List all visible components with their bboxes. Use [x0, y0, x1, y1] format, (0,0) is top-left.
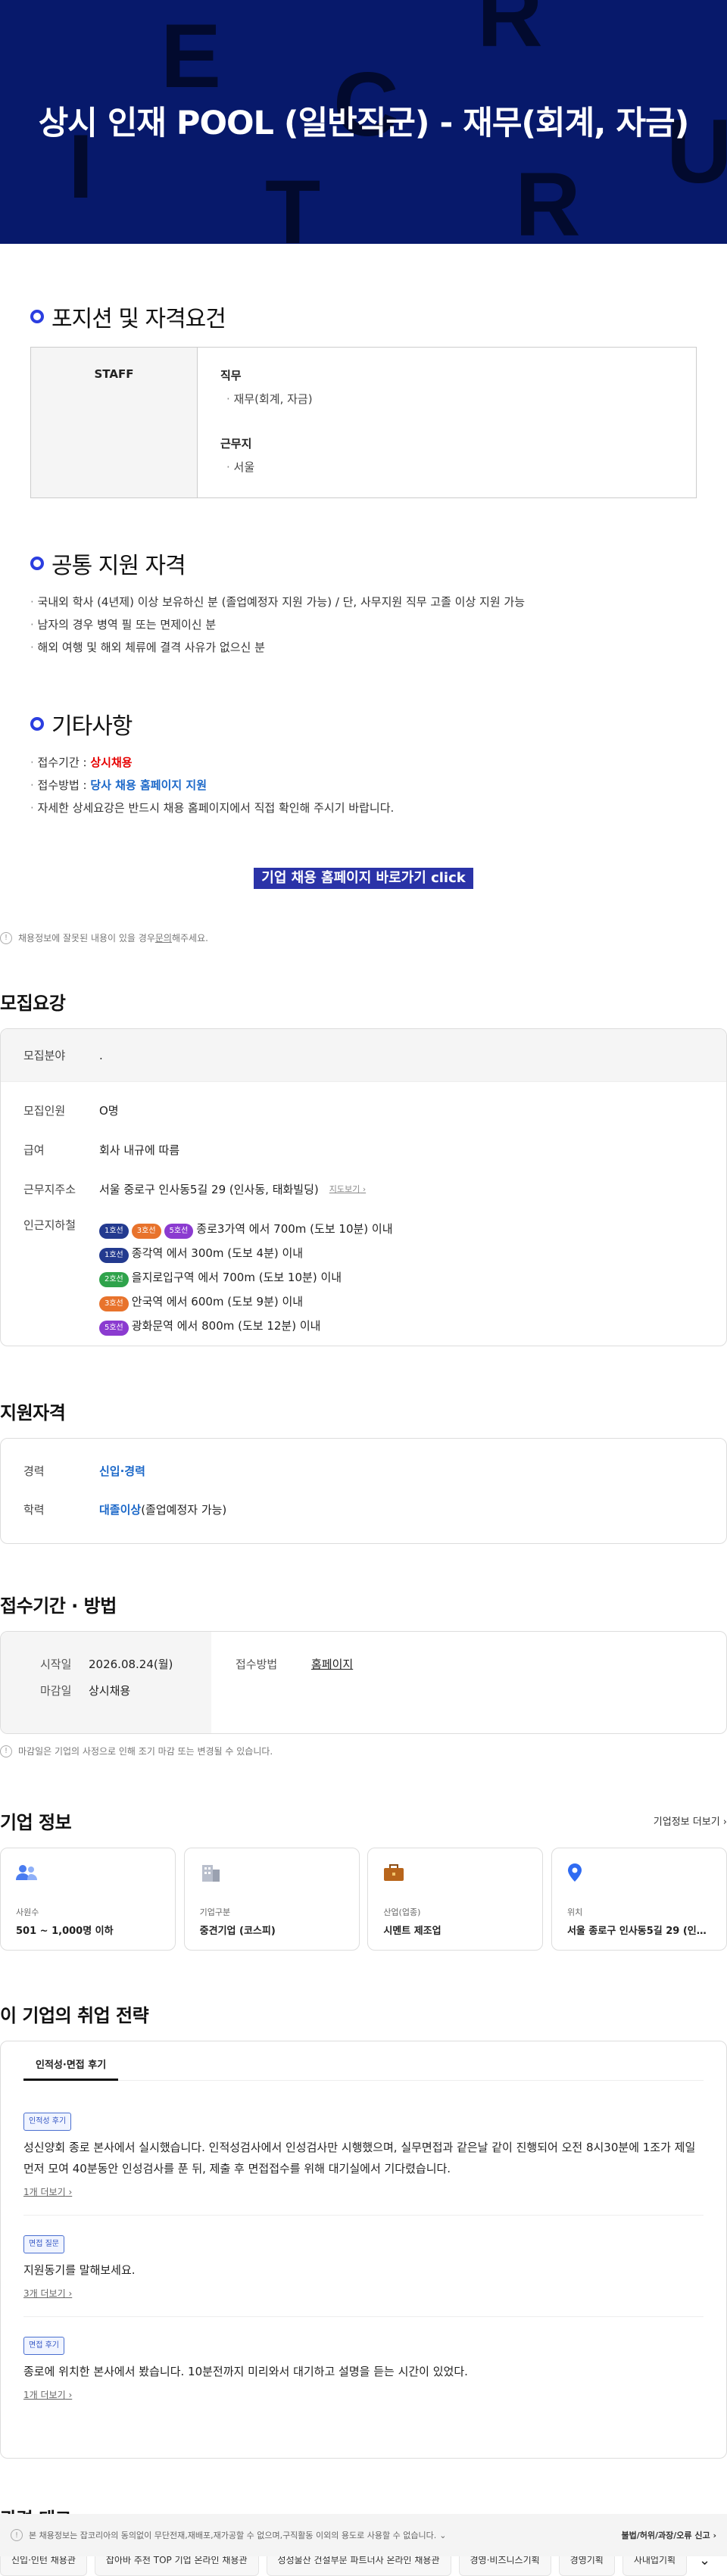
building-icon — [201, 1865, 220, 1882]
page-title: 상시 인재 POOL (일반직군) - 재무(회계, 자금) — [38, 104, 689, 142]
report-notice: ! 채용정보에 잘못된 내용이 있을 경우 문의 해주세요. — [0, 889, 727, 944]
common-list: 국내외 학사 (4년제) 이상 보유하신 분 (졸업예정자 지원 가능) / 단… — [30, 591, 697, 659]
subway-item: 5호선 광화문역 에서 800m (도보 12분) 이내 — [99, 1314, 393, 1338]
location-value: 서울 — [226, 459, 673, 475]
footer-notice: ! 본 채용정보는 잡코리아의 동의없이 무단전재,재배포,재가공할 수 없으며,… — [11, 2529, 446, 2541]
position-table: STAFF 직무 재무(회계, 자금) 근무지 서울 — [30, 347, 697, 498]
period-value: 상시채용 — [90, 756, 133, 769]
people-icon — [16, 1865, 37, 1880]
career-row: 경력 신입·경력 — [23, 1464, 145, 1478]
method-value: 당사 채용 홈페이지 지원 — [90, 778, 207, 792]
section-title-position: 포지션 및 자격요건 — [30, 300, 697, 333]
footer-bar: ! 본 채용정보는 잡코리아의 동의없이 무단전재,재배포,재가공할 수 없으며,… — [0, 2514, 727, 2556]
chevron-down-icon[interactable]: ⌄ — [439, 2531, 446, 2540]
company-homepage-button[interactable]: 기업 채용 홈페이지 바로가기 click — [254, 868, 473, 889]
apply-method-row: 접수방법 홈페이지 — [236, 1658, 354, 1671]
company-cards: 사원수 501 ~ 1,000명 이하 기업구분 중견기업 (코스피) 산업(업… — [0, 1848, 727, 1951]
position-level: STAFF — [31, 348, 198, 497]
subway-item: 1호선 종각역 에서 300m (도보 4분) 이내 — [99, 1241, 393, 1265]
review-more-link[interactable]: 1개 더보기 › — [23, 2388, 72, 2401]
section-title-recruit: 모집요강 — [0, 993, 66, 1014]
review-item: 면접 후기 종로에 위치한 본사에서 봤습니다. 10분전까지 미리와서 대기하… — [23, 2317, 704, 2401]
apply-card: 시작일 2026.08.24(월) 마감일 상시채용 접수방법 홈페이지 — [0, 1631, 727, 1734]
end-row: 마감일 상시채용 — [40, 1684, 131, 1698]
info-card-industry: 산업(업종) 시멘트 제조업 — [367, 1848, 544, 1951]
address-row: 근무지주소 서울 중로구 인사동5길 29 (인사동, 태화빌딩) 지도보기 › — [23, 1182, 367, 1196]
list-item: 접수방법 : 당사 채용 홈페이지 지원 — [30, 774, 697, 797]
info-card-company-type: 기업구분 중견기업 (코스피) — [183, 1848, 360, 1951]
tab-interview-review[interactable]: 인적성·면접 후기 — [23, 2057, 119, 2081]
section-title-company: 기업 정보 — [0, 1812, 72, 1833]
info-card-employees: 사원수 501 ~ 1,000명 이하 — [0, 1848, 176, 1951]
subway-item: 2호선 을지로입구역 에서 700m (도보 10분) 이내 — [99, 1265, 393, 1290]
location-pin-icon — [567, 1863, 582, 1882]
strategy-card: 인적성·면접 후기 인적성 후기 성신양회 종로 본사에서 실시했습니다. 인적… — [0, 2041, 727, 2459]
company-more-link[interactable]: 기업정보 더보기 › — [654, 1813, 727, 1828]
location-label: 근무지 — [220, 437, 252, 451]
info-icon: ! — [0, 1745, 12, 1757]
hero-bg-letter: R — [515, 154, 581, 244]
recruit-card: 모집분야. 모집인원 O명 급여 회사 내규에 따름 근무지주소 서울 중로구 인사동… — [0, 1028, 727, 1346]
hero-banner: E R C U I T R 상시 인재 POOL (일반직군) - 재무(회계,… — [0, 0, 727, 244]
list-item: 국내외 학사 (4년제) 이상 보유하신 분 (졸업예정자 지원 가능) / 단… — [30, 591, 697, 613]
section-title-common: 공통 지원 자격 — [30, 547, 697, 580]
ring-icon — [30, 310, 44, 323]
hero-bg-letter: R — [477, 0, 543, 66]
info-card-location: 위치 서울 종로구 인사동5길 29 (인사동, 태화빌딩) — [551, 1848, 727, 1951]
briefcase-icon — [384, 1864, 404, 1881]
section-title-apply: 접수기간 · 방법 — [0, 1595, 117, 1617]
apply-notice: ! 마감일은 기업의 사정으로 인해 조기 마감 또는 변경될 수 있습니다. — [0, 1745, 727, 1757]
etc-list: 접수기간 : 상시채용 접수방법 : 당사 채용 홈페이지 지원 자세한 상세요… — [30, 751, 697, 819]
subway-item: 3호선 안국역 에서 600m (도보 9분) 이내 — [99, 1290, 393, 1314]
hero-bg-letter: T — [265, 161, 321, 244]
job-value: 재무(회계, 자금) — [226, 391, 673, 407]
apply-homepage-link[interactable]: 홈페이지 — [311, 1658, 353, 1671]
hero-bg-letter: E — [161, 5, 222, 107]
start-row: 시작일 2026.08.24(월) — [40, 1658, 173, 1671]
inquiry-link[interactable]: 문의 — [155, 931, 172, 944]
salary-row: 급여 회사 내규에 따름 — [23, 1143, 180, 1157]
review-more-link[interactable]: 3개 더보기 › — [23, 2287, 72, 2300]
list-item: 남자의 경우 병역 필 또는 면제이신 분 — [30, 613, 697, 636]
subway-list: 1호선 3호선 5호선 종로3가역 에서 700m (도보 10분) 이내 1호선 종각… — [99, 1217, 393, 1338]
review-item: 인적성 후기 성신양회 종로 본사에서 실시했습니다. 인적성검사에서 인성검사… — [23, 2081, 704, 2198]
subway-item: 1호선 3호선 5호선 종로3가역 에서 700m (도보 10분) 이내 — [99, 1217, 393, 1241]
qualification-card: 경력 신입·경력 학력 대졸이상 (졸업예정자 가능) — [0, 1438, 727, 1544]
section-title-strategy: 이 기업의 취업 전략 — [0, 2005, 149, 2026]
section-title-qualification: 지원자격 — [0, 1402, 66, 1424]
ring-icon — [30, 717, 44, 731]
review-more-link[interactable]: 1개 더보기 › — [23, 2185, 72, 2198]
count-row: 모집인원 O명 — [23, 1103, 119, 1118]
list-item: 접수기간 : 상시채용 — [30, 751, 697, 774]
report-link[interactable]: 불법/허위/과장/오류 신고 › — [622, 2529, 716, 2541]
info-icon: ! — [11, 2529, 23, 2541]
review-item: 면접 질문 지원동기를 말해보세요. 3개 더보기 › — [23, 2216, 704, 2300]
list-item: 자세한 상세요강은 반드시 채용 홈페이지에서 직접 확인해 주시기 바랍니다. — [30, 797, 697, 819]
edu-row: 학력 대졸이상 (졸업예정자 가능) — [23, 1503, 227, 1517]
map-link[interactable]: 지도보기 › — [329, 1183, 366, 1195]
subway-row: 인근지하철 1호선 3호선 5호선 종로3가역 에서 700m (도보 10분) 이내… — [23, 1217, 704, 1338]
list-item: 해외 여행 및 해외 체류에 결격 사유가 없으신 분 — [30, 636, 697, 659]
recruit-field-row: 모집분야. — [1, 1029, 726, 1082]
section-title-etc: 기타사항 — [30, 707, 697, 741]
ring-icon — [30, 557, 44, 570]
job-label: 직무 — [220, 369, 242, 382]
info-icon: ! — [0, 931, 12, 944]
